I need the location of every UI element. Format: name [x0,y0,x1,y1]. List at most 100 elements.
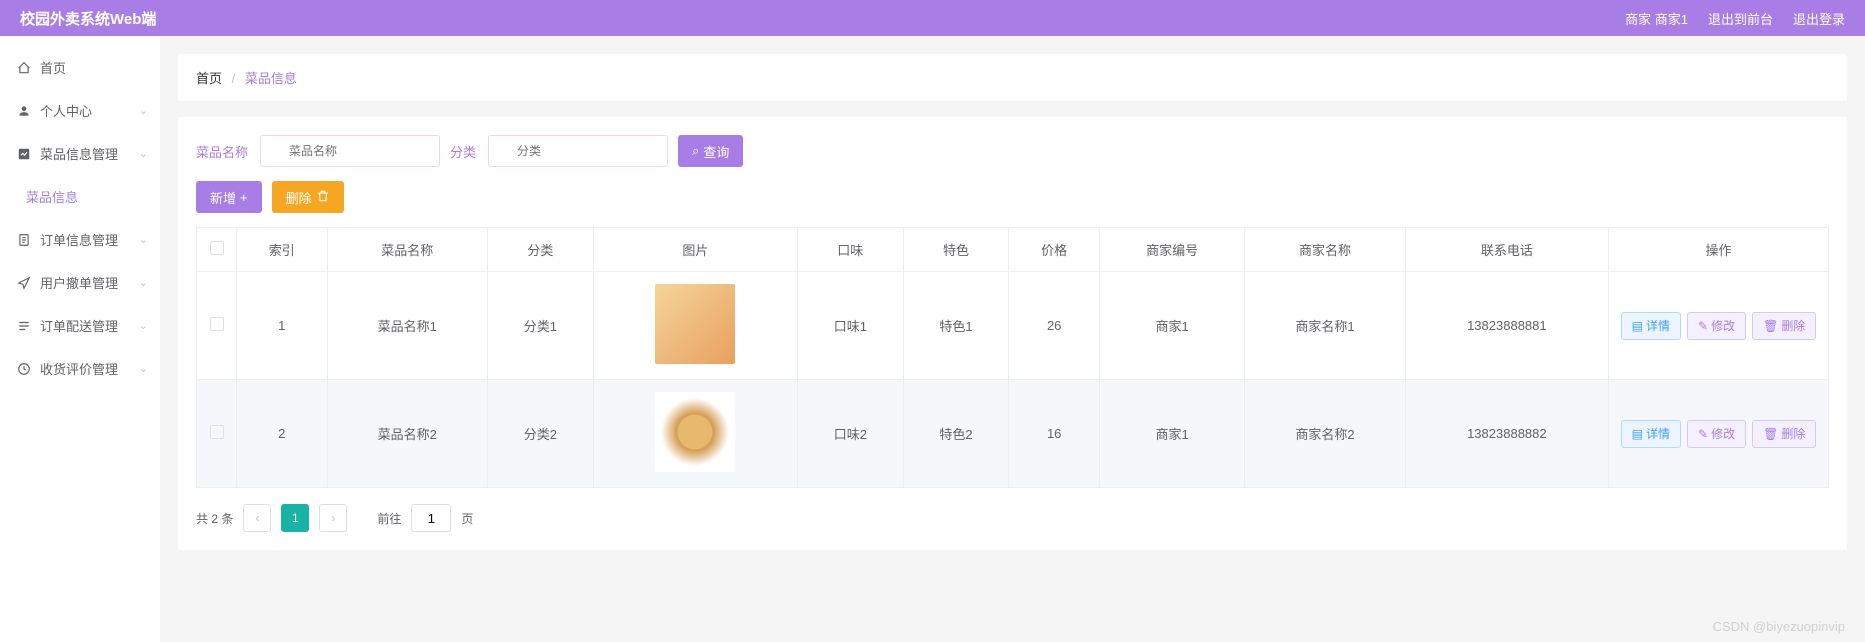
row-checkbox[interactable] [210,317,224,331]
sidebar-item-label: 订单配送管理 [40,316,118,335]
cell-merchant-code: 商家1 [1099,272,1244,380]
cell-price: 16 [1009,380,1100,488]
sidebar-item-label: 收货评价管理 [40,359,118,378]
cell-merchant-name: 商家名称1 [1245,272,1405,380]
header-right: 商家 商家1 退出到前台 退出登录 [1625,9,1845,28]
sidebar-item-dish-info[interactable]: 菜品信息 [0,175,160,218]
col-phone: 联系电话 [1405,228,1608,272]
add-button[interactable]: 新增 + [196,181,262,213]
search-name-label: 菜品名称 [196,142,248,161]
dish-image[interactable] [655,284,735,364]
search-cat-input[interactable] [488,135,668,167]
main-content: 首页 / 菜品信息 菜品名称 ⌕ 分类 ⌕ ⌕ 查询 [160,36,1865,642]
detail-icon: ▤ [1632,427,1643,441]
chevron-down-icon: ⌄ [139,319,148,332]
to-front-link[interactable]: 退出到前台 [1708,9,1773,28]
detail-button[interactable]: ▤ 详情 [1621,420,1681,448]
sidebar-item-label: 首页 [40,58,66,77]
sidebar-item-label: 用户撤单管理 [40,273,118,292]
user-label[interactable]: 商家 商家1 [1625,9,1688,28]
row-delete-button[interactable]: 🗑 删除 [1752,312,1816,340]
trash-icon: 🗑 [1763,427,1778,441]
col-price: 价格 [1009,228,1100,272]
cell-merchant-code: 商家1 [1099,380,1244,488]
document-icon [16,232,32,248]
col-taste: 口味 [797,228,903,272]
breadcrumb-current: 菜品信息 [245,71,297,86]
pagination: 共 2 条 ‹ 1 › 前往 页 [196,504,1829,532]
search-name-input[interactable] [260,135,440,167]
chart-icon [16,146,32,162]
detail-icon: ▤ [1632,319,1643,333]
clock-icon [16,361,32,377]
button-label: 删除 [286,188,312,207]
edit-icon: ✎ [1698,427,1708,441]
cell-image [593,380,797,488]
col-merchant-code: 商家编号 [1099,228,1244,272]
trash-icon [316,189,330,206]
next-page-button[interactable]: › [319,504,347,532]
button-label: 新增 [210,188,236,207]
header: 校园外卖系统Web端 商家 商家1 退出到前台 退出登录 [0,0,1865,36]
chevron-down-icon: ⌄ [139,276,148,289]
row-checkbox[interactable] [210,425,224,439]
button-label: 查询 [703,142,729,161]
trash-icon: 🗑 [1763,319,1778,333]
list-icon [16,318,32,334]
cell-merchant-name: 商家名称2 [1245,380,1405,488]
page-number-button[interactable]: 1 [281,504,309,532]
sidebar-item-dish-mgmt[interactable]: 菜品信息管理 ⌄ [0,132,160,175]
cell-taste: 口味2 [797,380,903,488]
cell-phone: 13823888882 [1405,380,1608,488]
breadcrumb-home[interactable]: 首页 [196,71,222,86]
cell-phone: 13823888881 [1405,272,1608,380]
col-merchant-name: 商家名称 [1245,228,1405,272]
chevron-down-icon: ⌄ [139,362,148,375]
search-bar: 菜品名称 ⌕ 分类 ⌕ ⌕ 查询 [196,135,1829,167]
watermark: CSDN @biyezuopinvip [1713,619,1845,634]
chevron-down-icon: ⌄ [139,147,148,160]
select-all-checkbox[interactable] [210,241,224,255]
col-index: 索引 [237,228,328,272]
detail-button[interactable]: ▤ 详情 [1621,312,1681,340]
edit-button[interactable]: ✎ 修改 [1687,312,1746,340]
table-row: 1菜品名称1分类1口味1特色126商家1商家名称113823888881▤ 详情… [197,272,1829,380]
sidebar-item-order-mgmt[interactable]: 订单信息管理 ⌄ [0,218,160,261]
page-suffix: 页 [461,510,473,527]
home-icon [16,60,32,76]
cell-category: 分类2 [488,380,594,488]
goto-page-input[interactable] [411,504,451,532]
data-table: 索引 菜品名称 分类 图片 口味 特色 价格 商家编号 商家名称 联系电话 操作… [196,227,1829,488]
row-delete-button[interactable]: 🗑 删除 [1752,420,1816,448]
sidebar-item-profile[interactable]: 个人中心 ⌄ [0,89,160,132]
cell-name: 菜品名称2 [327,380,487,488]
edit-icon: ✎ [1698,319,1708,333]
sidebar-item-label: 菜品信息 [26,187,78,206]
sidebar-item-review-mgmt[interactable]: 收货评价管理 ⌄ [0,347,160,390]
app-title: 校园外卖系统Web端 [20,8,156,29]
row-actions: ▤ 详情✎ 修改🗑 删除 [1617,420,1820,448]
prev-page-button[interactable]: ‹ [243,504,271,532]
table-header-row: 索引 菜品名称 分类 图片 口味 特色 价格 商家编号 商家名称 联系电话 操作 [197,228,1829,272]
cell-index: 2 [237,380,328,488]
search-icon: ⌕ [692,143,699,159]
cell-taste: 口味1 [797,272,903,380]
breadcrumb-separator: / [232,71,236,86]
content-panel: 菜品名称 ⌕ 分类 ⌕ ⌕ 查询 新增 + [178,117,1847,550]
cell-feature: 特色1 [903,272,1009,380]
edit-button[interactable]: ✎ 修改 [1687,420,1746,448]
dish-image[interactable] [655,392,735,472]
cell-index: 1 [237,272,328,380]
sidebar-item-cancel-mgmt[interactable]: 用户撤单管理 ⌄ [0,261,160,304]
pagination-total: 共 2 条 [196,510,233,527]
logout-link[interactable]: 退出登录 [1793,9,1845,28]
cell-price: 26 [1009,272,1100,380]
sidebar-item-home[interactable]: 首页 [0,46,160,89]
row-actions: ▤ 详情✎ 修改🗑 删除 [1617,312,1820,340]
delete-button[interactable]: 删除 [272,181,344,213]
goto-label: 前往 [377,510,401,527]
sidebar-item-delivery-mgmt[interactable]: 订单配送管理 ⌄ [0,304,160,347]
col-image: 图片 [593,228,797,272]
query-button[interactable]: ⌕ 查询 [678,135,743,167]
table-row: 2菜品名称2分类2口味2特色216商家1商家名称213823888882▤ 详情… [197,380,1829,488]
